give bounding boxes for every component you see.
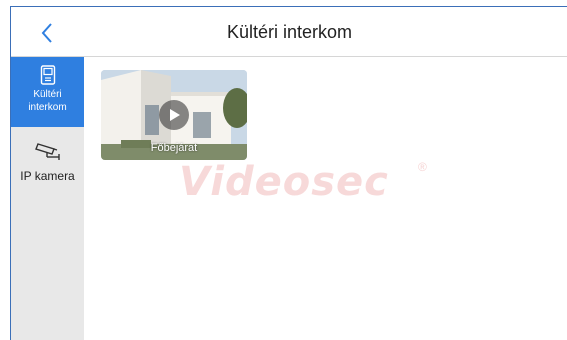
page-title: Kültéri interkom: [226, 21, 353, 42]
cctv-camera-icon: [34, 143, 60, 160]
play-button[interactable]: [159, 100, 189, 130]
header: Kültéri interkom: [11, 7, 567, 57]
sidebar: Kültéri interkom IP kamera: [11, 57, 84, 340]
camera-tile-main-entrance[interactable]: Főbejárat: [101, 70, 247, 160]
play-icon: [170, 109, 180, 121]
sidebar-item-label: Kültéri interkom: [28, 89, 67, 113]
camera-tile-label: Főbejárat: [150, 142, 198, 154]
chevron-left-icon: [41, 23, 52, 43]
back-button[interactable]: [33, 19, 61, 47]
sidebar-item-ip-camera[interactable]: IP kamera: [11, 127, 84, 201]
sidebar-item-label: IP kamera: [20, 169, 75, 183]
main-content: Főbejárat: [84, 57, 567, 340]
sidebar-item-outdoor-intercom[interactable]: Kültéri interkom: [11, 57, 84, 127]
intercom-panel-icon: [40, 65, 55, 85]
app-frame: Kültéri interkom Kültéri interkom IP kam…: [10, 6, 567, 340]
